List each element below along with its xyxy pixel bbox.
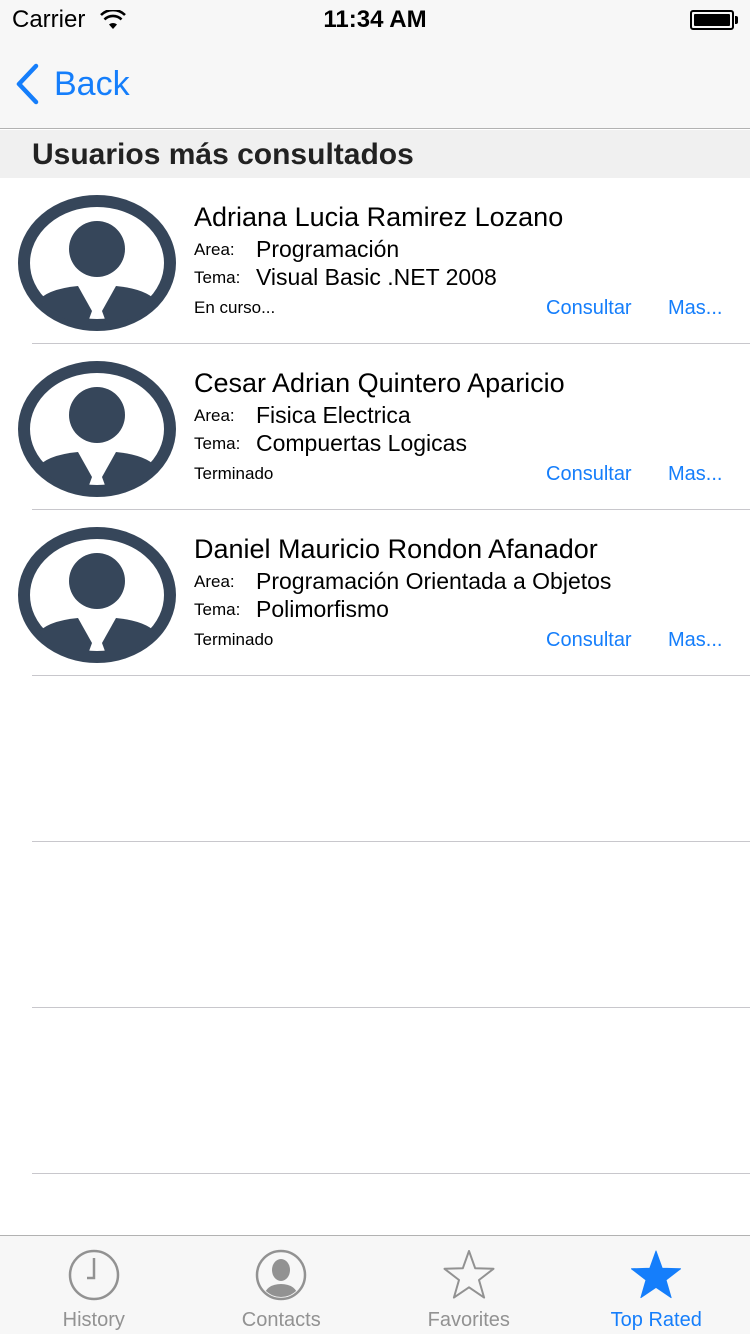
area-label: Area: [194, 572, 235, 591]
empty-row [0, 842, 750, 1008]
empty-row [0, 676, 750, 842]
tab-favorites[interactable]: Favorites [375, 1236, 563, 1334]
back-button[interactable]: Back [14, 60, 130, 108]
area-value: Programación Orientada a Objetos [256, 568, 612, 594]
navigation-bar: Carrier 11:34 AM Back [0, 0, 750, 129]
area-label: Area: [194, 406, 235, 425]
row-divider [32, 1173, 750, 1174]
consultar-button[interactable]: Consultar [546, 463, 632, 486]
list-item[interactable]: Adriana Lucia Ramirez Lozano Area: Progr… [0, 178, 750, 344]
tab-label: Favorites [427, 1309, 510, 1331]
status-text: Terminado [194, 630, 274, 649]
list-item[interactable]: Cesar Adrian Quintero Aparicio Area: Fis… [0, 344, 750, 510]
tab-label: Contacts [241, 1309, 321, 1331]
tab-bar: History Contacts Favorites Top Rated [0, 1235, 750, 1334]
tab-label: Top Rated [610, 1309, 702, 1331]
tab-contacts[interactable]: Contacts [188, 1236, 376, 1334]
tema-label: Tema: [194, 268, 241, 287]
avatar-icon [18, 195, 176, 331]
user-name: Cesar Adrian Quintero Aparicio [194, 368, 565, 398]
tema-value: Polimorfismo [256, 596, 389, 622]
tab-label: History [62, 1309, 125, 1331]
tema-value: Compuertas Logicas [256, 430, 467, 456]
status-text: En curso... [194, 298, 276, 317]
empty-row [0, 1008, 750, 1174]
contacts-icon [256, 1249, 307, 1301]
area-value: Programación [256, 236, 400, 262]
tema-label: Tema: [194, 434, 241, 453]
star-filled-icon [631, 1250, 682, 1299]
tema-label: Tema: [194, 600, 241, 619]
avatar-icon [18, 361, 176, 497]
chevron-left-icon [16, 63, 39, 105]
list-item[interactable]: Daniel Mauricio Rondon Afanador Area: Pr… [0, 510, 750, 676]
clock-icon [68, 1249, 119, 1301]
consultar-button[interactable]: Consultar [546, 297, 632, 320]
status-text: Terminado [194, 464, 274, 483]
more-button[interactable]: Mas... [668, 629, 722, 652]
users-list: Adriana Lucia Ramirez Lozano Area: Progr… [0, 178, 750, 1234]
section-header: Usuarios más consultados [0, 130, 750, 178]
status-bar: Carrier 11:34 AM [0, 0, 750, 40]
area-value: Fisica Electrica [256, 402, 411, 428]
tab-history[interactable]: History [0, 1236, 188, 1334]
section-title: Usuarios más consultados [32, 138, 414, 171]
area-label: Area: [194, 240, 235, 259]
clock: 11:34 AM [323, 6, 427, 33]
tema-value: Visual Basic .NET 2008 [256, 264, 497, 290]
user-name: Adriana Lucia Ramirez Lozano [194, 202, 564, 232]
avatar-icon [18, 527, 176, 663]
battery-icon [690, 10, 738, 30]
user-name: Daniel Mauricio Rondon Afanador [194, 534, 598, 564]
tab-top-rated[interactable]: Top Rated [563, 1236, 750, 1334]
more-button[interactable]: Mas... [668, 463, 722, 486]
consultar-button[interactable]: Consultar [546, 629, 632, 652]
star-outline-icon [443, 1250, 495, 1299]
back-label: Back [54, 64, 130, 103]
more-button[interactable]: Mas... [668, 297, 722, 320]
